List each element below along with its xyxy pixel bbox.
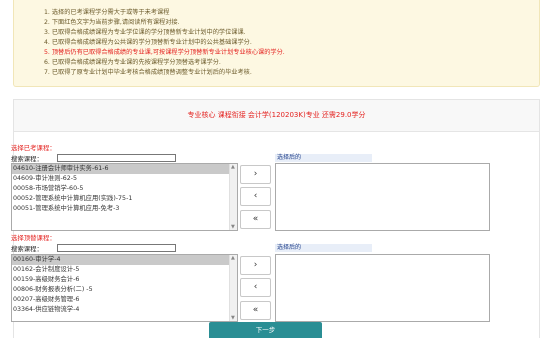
move-all-left-button[interactable]: « <box>240 301 271 320</box>
move-right-button[interactable]: › <box>240 256 271 275</box>
course-option[interactable]: 00159-高级财务会计-6 <box>12 275 237 285</box>
exam-after-label: 选择后的 <box>275 154 372 162</box>
instructions-notice: 1. 选择的已考课程学分需大于或等于未考课程 2. 下面红色文字为当前步骤,请阅读… <box>13 0 540 87</box>
scroll-up-icon[interactable]: ▲ <box>231 164 235 170</box>
move-left-button[interactable]: ‹ <box>240 187 271 206</box>
replace-list-scrollbar[interactable]: ▲ ▼ <box>229 255 237 321</box>
course-option[interactable]: 00051-管理系统中计算机应用-免考-3 <box>12 204 237 214</box>
exam-search-label: 搜索课程： <box>11 155 43 163</box>
instruction-item: 1. 选择的已考课程学分需大于或等于未考课程 <box>44 9 170 16</box>
scroll-down-icon[interactable]: ▼ <box>231 315 235 321</box>
course-option[interactable]: 00207-高级财务管理-6 <box>12 295 237 305</box>
replace-course-label: 选择顶替课程： <box>11 234 56 242</box>
instruction-item: 2. 下面红色文字为当前步骤,请阅读所有课程对接. <box>44 19 180 26</box>
instruction-item: 7. 已取得了原专业计划中毕业考核合格成绩顶替调整专业计划后的毕业考核. <box>44 69 252 76</box>
course-option[interactable]: 00160-审计学-4 <box>12 255 237 265</box>
course-option[interactable]: 04609-审计准则-62-5 <box>12 174 237 184</box>
instruction-item: 6. 已取得合格成绩课程为专业课的先按课程学分顶替选考课学分. <box>44 59 221 66</box>
instruction-item: 5. 顶替后仍有已取得合格成绩的专业课,可按课程学分顶替新专业计划专业核心课的学… <box>44 49 285 56</box>
replace-after-label: 选择后的 <box>275 244 372 252</box>
scroll-up-icon[interactable]: ▲ <box>231 255 235 261</box>
course-option[interactable]: 00052-管理系统中计算机应用(实践)-75-1 <box>12 194 237 204</box>
exam-course-listbox[interactable]: 04610-注册会计师审计实务-61-6 04609-审计准则-62-5 00058… <box>11 163 238 231</box>
course-option[interactable]: 03364-供应链物流学-4 <box>12 305 237 315</box>
course-option[interactable]: 00806-财务报表分析(二) -5 <box>12 285 237 295</box>
next-step-button[interactable]: 下一步 <box>209 322 322 338</box>
move-all-left-button[interactable]: « <box>240 210 271 229</box>
exam-course-label: 选择已考课程： <box>11 144 56 152</box>
instruction-item: 3. 已取得合格成绩课程为专业学位课的学分顶替新专业计划中的学位课课. <box>44 29 246 36</box>
exam-search-input[interactable] <box>57 154 176 162</box>
course-option[interactable]: 04610-注册会计师审计实务-61-6 <box>12 164 237 174</box>
course-option[interactable]: 00162-会计制度设计-5 <box>12 265 237 275</box>
scroll-down-icon[interactable]: ▼ <box>231 224 235 230</box>
replace-search-input[interactable] <box>57 244 176 252</box>
replace-search-label: 搜索课程： <box>11 245 43 253</box>
exam-list-scrollbar[interactable]: ▲ ▼ <box>229 164 237 230</box>
move-left-button[interactable]: ‹ <box>240 278 271 297</box>
move-right-button[interactable]: › <box>240 165 271 184</box>
instructions-list: 1. 选择的已考课程学分需大于或等于未考课程 2. 下面红色文字为当前步骤,请阅读… <box>44 8 285 78</box>
replace-selected-listbox[interactable] <box>275 254 490 322</box>
panel-header: 专业核心 课程衔接 会计学(120203K)专业 还需29.0学分 <box>14 100 539 132</box>
exam-selected-listbox[interactable] <box>275 163 490 231</box>
replace-course-listbox[interactable]: 00160-审计学-4 00162-会计制度设计-5 00159-高级财务会计-6 0… <box>11 254 238 322</box>
instruction-item: 4. 已取得合格成绩课程为公共课的学分顶替新专业计划中的公共基础课学分. <box>44 39 252 46</box>
course-option[interactable]: 00058-市场营销学-60-5 <box>12 184 237 194</box>
